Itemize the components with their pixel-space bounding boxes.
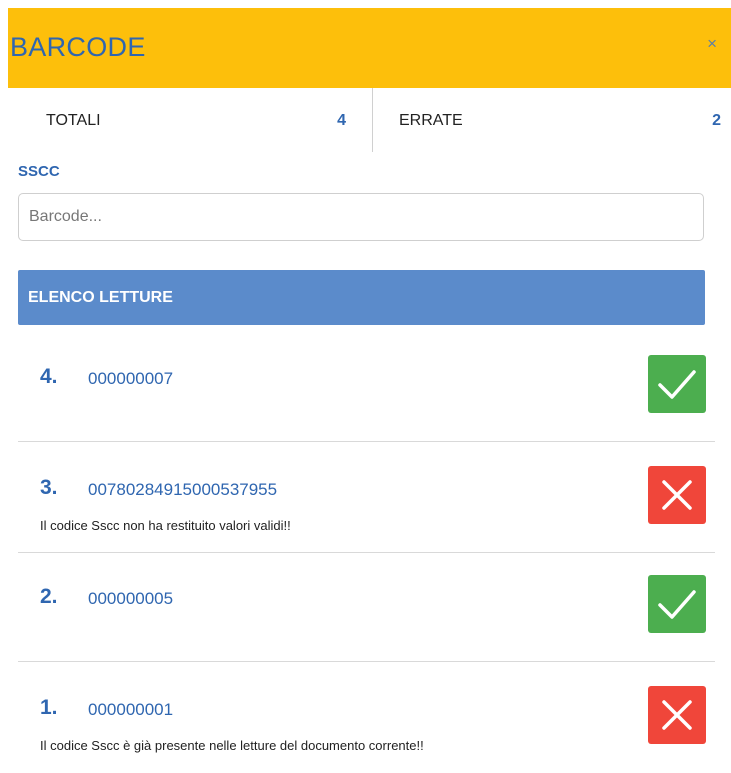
cross-icon (662, 700, 692, 730)
divider (18, 661, 715, 662)
list-item: 3. 00780284915000537955 Il codice Sscc n… (18, 443, 715, 553)
stat-errors: ERRATE 2 (373, 88, 723, 152)
check-icon (658, 370, 696, 399)
stat-total-label: TOTALI (46, 112, 101, 129)
check-icon (658, 590, 696, 619)
reading-number: 4. (40, 365, 58, 388)
reading-code: 000000001 (88, 700, 174, 719)
reading-code: 000000005 (88, 589, 174, 608)
reading-message: Il codice Sscc è già presente nelle lett… (40, 738, 424, 753)
dialog-header: BARCODE × (8, 8, 731, 88)
stat-errors-label: ERRATE (399, 112, 463, 129)
dialog-title: BARCODE (10, 32, 146, 62)
reading-number: 1. (40, 696, 58, 719)
readings-list-title: ELENCO LETTURE (28, 289, 173, 306)
stat-total: TOTALI 4 (18, 88, 373, 152)
sscc-label: SSCC (18, 163, 60, 180)
cross-icon (662, 480, 692, 510)
stat-total-value: 4 (337, 112, 346, 129)
reading-code: 000000007 (88, 369, 174, 388)
status-error-badge (648, 466, 706, 524)
list-item: 1. 000000001 Il codice Sscc è già presen… (18, 663, 713, 773)
divider (18, 441, 715, 442)
status-ok-badge (648, 355, 706, 413)
list-item: 2. 000000005 (18, 552, 715, 662)
status-error-badge (648, 686, 706, 744)
readings-list-header: ELENCO LETTURE (18, 270, 705, 325)
reading-message: Il codice Sscc non ha restituito valori … (40, 518, 291, 533)
reading-number: 3. (40, 476, 58, 499)
reading-code: 00780284915000537955 (88, 480, 278, 499)
list-item: 4. 000000007 (18, 332, 715, 442)
stat-errors-value: 2 (712, 112, 721, 129)
close-icon[interactable]: × (707, 35, 717, 52)
reading-number: 2. (40, 585, 58, 608)
status-ok-badge (648, 575, 706, 633)
stats-bar: TOTALI 4 ERRATE 2 (18, 88, 731, 154)
barcode-input[interactable] (18, 193, 704, 241)
